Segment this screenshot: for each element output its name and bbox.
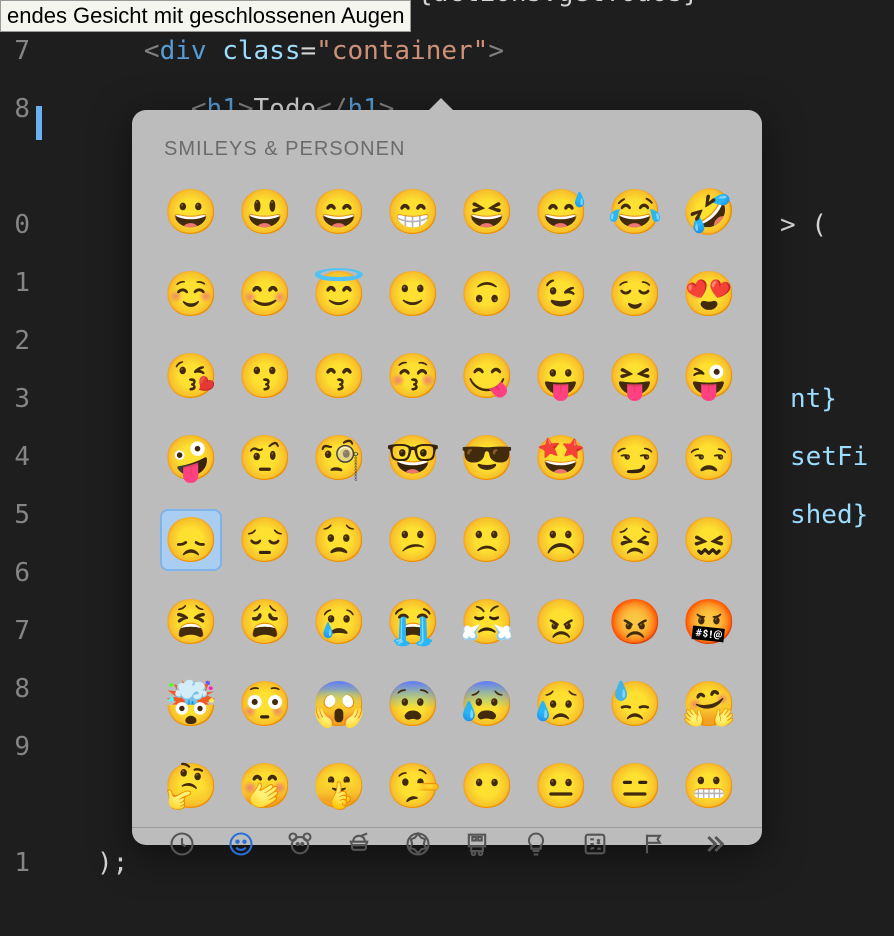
emoji-cell[interactable]: 🤫 <box>308 755 370 817</box>
emoji-cell[interactable]: 😣 <box>604 509 666 571</box>
emoji-cell[interactable]: 🤬 <box>678 591 740 653</box>
emoji-cell[interactable]: 😗 <box>234 345 296 407</box>
travel-tab-icon[interactable] <box>461 828 493 860</box>
emoji-cell[interactable]: 😫 <box>160 591 222 653</box>
emoji-cell[interactable]: 🙂 <box>382 263 444 325</box>
emoji-cell[interactable]: 🙁 <box>456 509 518 571</box>
emoji-cell[interactable]: 😆 <box>456 181 518 243</box>
emoji-cell[interactable]: 😂 <box>604 181 666 243</box>
symbols-tab-icon[interactable] <box>579 828 611 860</box>
emoji-picker-popover: SMILEYS & PERSONEN 😀😃😄😁😆😅😂🤣 ☺️😊😇🙂🙃😉😌😍 😘😗😙😚… <box>132 110 762 845</box>
emoji-grid: 😀😃😄😁😆😅😂🤣 ☺️😊😇🙂🙃😉😌😍 😘😗😙😚😋😛😝😜 🤪🤨🧐🤓😎🤩😏😒 😞😔😟😕🙁☹️… <box>132 173 762 827</box>
emoji-cell[interactable]: 😒 <box>678 427 740 489</box>
emoji-cell[interactable]: 😜 <box>678 345 740 407</box>
emoji-cell[interactable]: 😉 <box>530 263 592 325</box>
food-tab-icon[interactable] <box>343 828 375 860</box>
emoji-cell[interactable]: 🤨 <box>234 427 296 489</box>
emoji-cell[interactable]: 😱 <box>308 673 370 735</box>
emoji-cell[interactable]: 🤓 <box>382 427 444 489</box>
emoji-cell[interactable]: ☹️ <box>530 509 592 571</box>
emoji-cell[interactable]: 🙃 <box>456 263 518 325</box>
line-number: 8 <box>0 80 50 138</box>
emoji-cell[interactable]: 😊 <box>234 263 296 325</box>
emoji-cell[interactable]: 😔 <box>234 509 296 571</box>
line-number: 1 <box>0 254 50 312</box>
flags-tab-icon[interactable] <box>638 828 670 860</box>
line-number: 8 <box>0 660 50 718</box>
emoji-cell[interactable]: 😄 <box>308 181 370 243</box>
emoji-cell[interactable]: 😋 <box>456 345 518 407</box>
emoji-cell[interactable]: 🤗 <box>678 673 740 735</box>
emoji-cell[interactable]: 😘 <box>160 345 222 407</box>
emoji-cell[interactable]: 🤭 <box>234 755 296 817</box>
emoji-cell[interactable]: ☺️ <box>160 263 222 325</box>
line-number: 6 <box>0 544 50 602</box>
emoji-cell[interactable]: 😍 <box>678 263 740 325</box>
emoji-cell[interactable]: 😇 <box>308 263 370 325</box>
emoji-cell[interactable]: 😓 <box>604 673 666 735</box>
line-number <box>0 138 50 196</box>
activity-tab-icon[interactable] <box>402 828 434 860</box>
emoji-cell[interactable]: 😭 <box>382 591 444 653</box>
emoji-cell[interactable]: 😥 <box>530 673 592 735</box>
line-number: 0 <box>0 196 50 254</box>
emoji-cell[interactable]: 🤯 <box>160 673 222 735</box>
emoji-cell[interactable]: 🤩 <box>530 427 592 489</box>
emoji-cell[interactable]: 😑 <box>604 755 666 817</box>
animals-tab-icon[interactable] <box>284 828 316 860</box>
emoji-cell[interactable]: 😅 <box>530 181 592 243</box>
emoji-category-title: SMILEYS & PERSONEN <box>132 110 762 173</box>
line-number: 3 <box>0 370 50 428</box>
emoji-cell[interactable]: 😞 <box>160 509 222 571</box>
emoji-cell[interactable]: 😠 <box>530 591 592 653</box>
emoji-cell[interactable]: 😳 <box>234 673 296 735</box>
emoji-cell[interactable]: 😀 <box>160 181 222 243</box>
popover-arrow <box>427 98 455 112</box>
objects-tab-icon[interactable] <box>520 828 552 860</box>
emoji-cell[interactable]: 🤣 <box>678 181 740 243</box>
emoji-cell[interactable]: 😏 <box>604 427 666 489</box>
emoji-tooltip: endes Gesicht mit geschlossenen Augen <box>0 0 411 32</box>
emoji-cell[interactable]: 😩 <box>234 591 296 653</box>
recent-tab-icon[interactable] <box>166 828 198 860</box>
emoji-cell[interactable]: 😟 <box>308 509 370 571</box>
line-number: 7 <box>0 602 50 660</box>
emoji-cell[interactable]: 😤 <box>456 591 518 653</box>
emoji-cell[interactable]: 😢 <box>308 591 370 653</box>
emoji-cell[interactable]: 😨 <box>382 673 444 735</box>
line-number <box>0 776 50 834</box>
emoji-cell[interactable]: 😬 <box>678 755 740 817</box>
emoji-cell[interactable]: 😖 <box>678 509 740 571</box>
line-number: 2 <box>0 312 50 370</box>
emoji-cell[interactable]: 😎 <box>456 427 518 489</box>
line-number: 1 <box>0 834 50 892</box>
emoji-cell[interactable]: 😃 <box>234 181 296 243</box>
cursor-line-indicator <box>36 106 42 140</box>
emoji-cell[interactable]: 😡 <box>604 591 666 653</box>
emoji-cell[interactable]: 😌 <box>604 263 666 325</box>
emoji-picker-tabs <box>132 827 762 860</box>
smileys-tab-icon[interactable] <box>225 828 257 860</box>
emoji-cell[interactable]: 😁 <box>382 181 444 243</box>
emoji-cell[interactable]: 😚 <box>382 345 444 407</box>
line-number: 4 <box>0 428 50 486</box>
emoji-cell[interactable]: 😶 <box>456 755 518 817</box>
emoji-cell[interactable]: 😰 <box>456 673 518 735</box>
emoji-cell[interactable]: 🤥 <box>382 755 444 817</box>
emoji-cell[interactable]: 😙 <box>308 345 370 407</box>
emoji-cell[interactable]: 🤪 <box>160 427 222 489</box>
emoji-cell[interactable]: 😐 <box>530 755 592 817</box>
line-number: 5 <box>0 486 50 544</box>
emoji-cell[interactable]: 😕 <box>382 509 444 571</box>
emoji-cell[interactable]: 😝 <box>604 345 666 407</box>
emoji-cell[interactable]: 🧐 <box>308 427 370 489</box>
line-number: 9 <box>0 718 50 776</box>
line-number-gutter: 6 7 8 0 1 2 3 4 5 6 7 8 9 1 <box>0 0 50 936</box>
emoji-cell[interactable]: 🤔 <box>160 755 222 817</box>
more-tab-icon[interactable] <box>697 828 729 860</box>
emoji-cell[interactable]: 😛 <box>530 345 592 407</box>
